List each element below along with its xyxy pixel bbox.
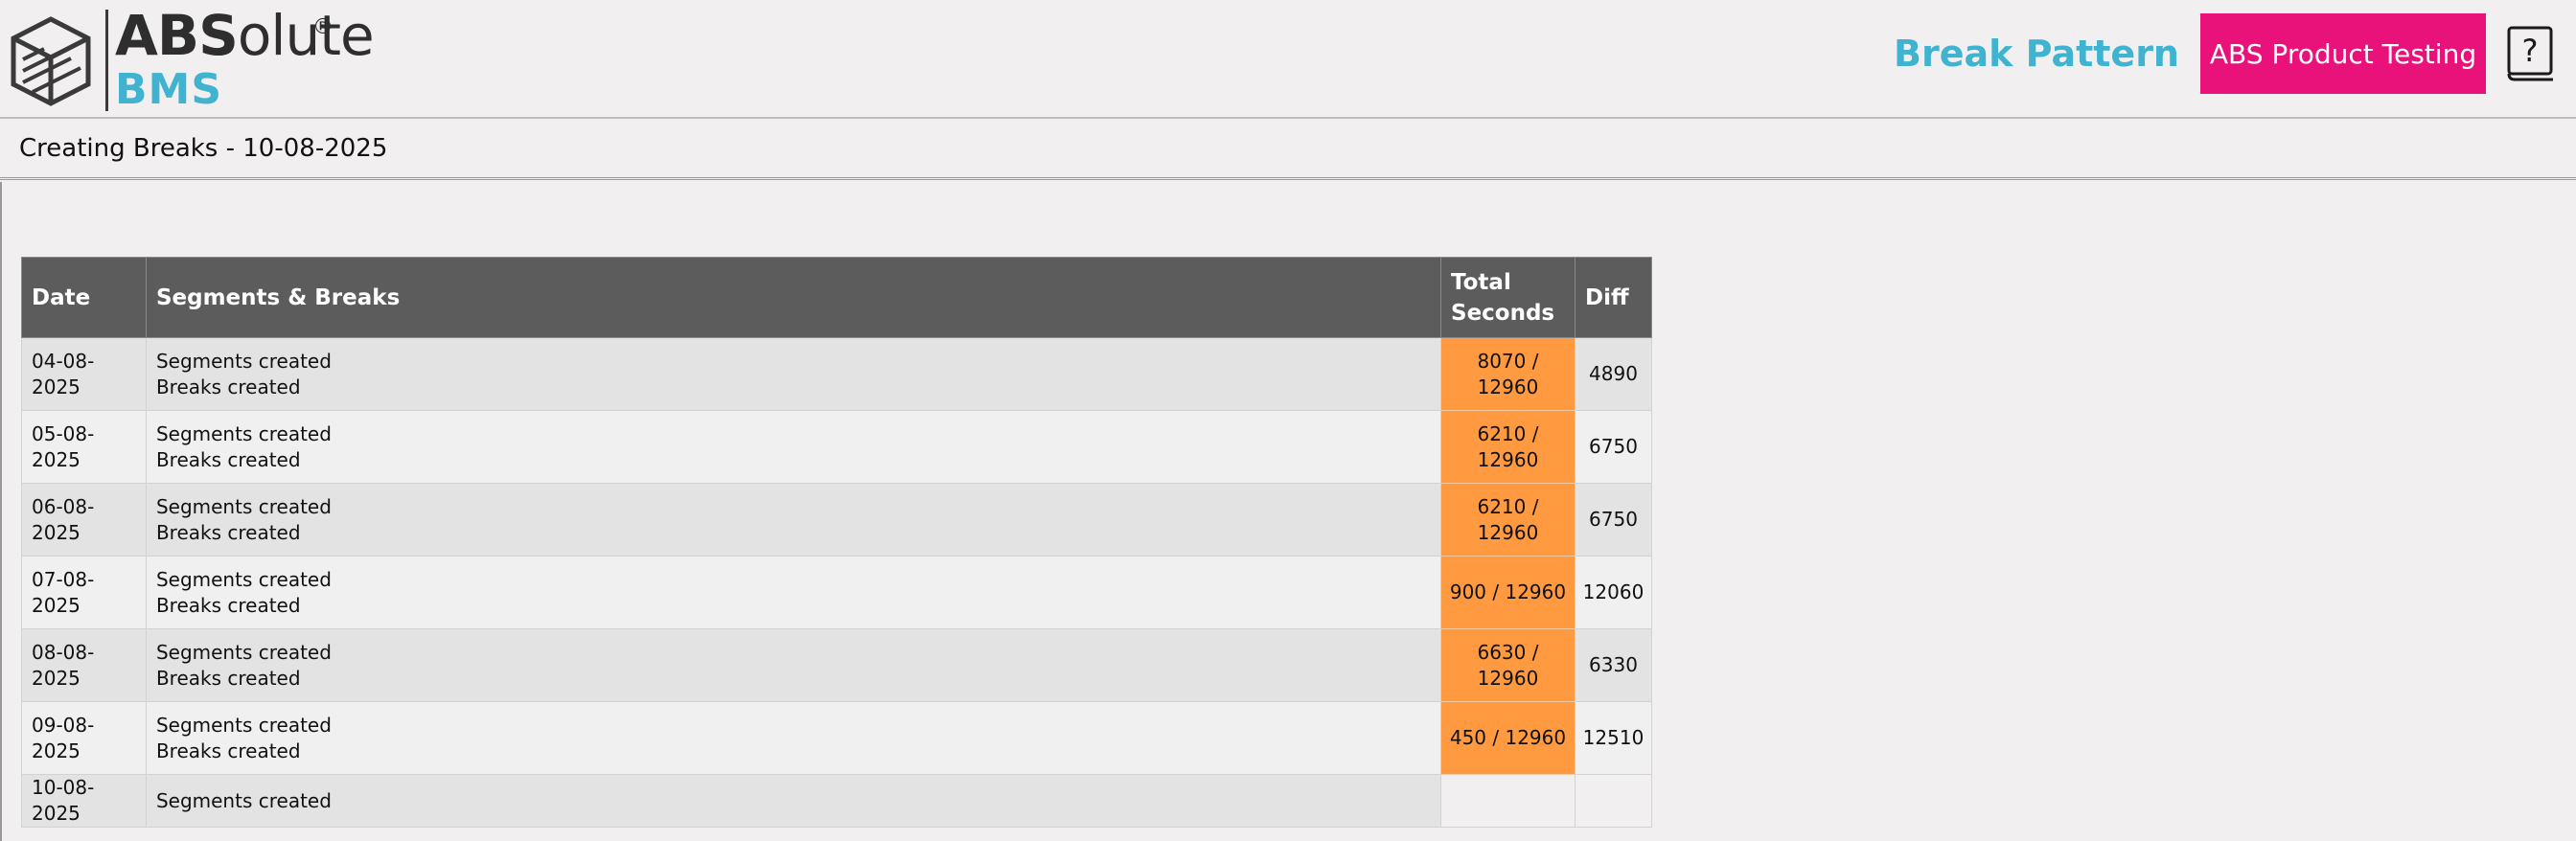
help-button[interactable]: ? xyxy=(2505,25,2557,82)
row-segments: Segments created Breaks created xyxy=(145,701,1442,775)
table-header-row: Date Segments & Breaks Total Seconds Diff xyxy=(21,257,1653,338)
registered-mark: ® xyxy=(312,15,334,39)
column-header-total-seconds[interactable]: Total Seconds xyxy=(1440,257,1576,338)
row-total-seconds-empty xyxy=(1440,774,1576,828)
table-row[interactable]: 08-08-2025 Segments created Breaks create… xyxy=(21,628,1653,702)
row-total-seconds: 450 / 12960 xyxy=(1440,701,1576,775)
row-total-seconds: 6210 / 12960 xyxy=(1440,483,1576,557)
row-segments: Segments created xyxy=(145,774,1442,828)
row-segments: Segments created Breaks created xyxy=(145,410,1442,484)
table-row[interactable]: 10-08-2025 Segments created xyxy=(21,774,1653,828)
row-diff: 12510 xyxy=(1574,701,1653,775)
row-segments: Segments created Breaks created xyxy=(145,628,1442,702)
row-total-seconds: 900 / 12960 xyxy=(1440,556,1576,629)
table-row[interactable]: 07-08-2025 Segments created Breaks create… xyxy=(21,556,1653,629)
row-diff: 6750 xyxy=(1574,483,1653,557)
row-date: 05-08-2025 xyxy=(21,410,147,484)
table-row[interactable]: 04-08-2025 Segments created Breaks create… xyxy=(21,337,1653,411)
sub-header-bar: Creating Breaks - 10-08-2025 xyxy=(0,121,2576,180)
row-diff: 6330 xyxy=(1574,628,1653,702)
svg-text:?: ? xyxy=(2522,33,2539,69)
row-date: 10-08-2025 xyxy=(21,774,147,828)
help-book-icon: ? xyxy=(2507,26,2553,81)
row-total-seconds: 6210 / 12960 xyxy=(1440,410,1576,484)
row-diff: 12060 xyxy=(1574,556,1653,629)
column-header-diff[interactable]: Diff xyxy=(1574,257,1653,338)
row-date: 04-08-2025 xyxy=(21,337,147,411)
table-row[interactable]: 06-08-2025 Segments created Breaks create… xyxy=(21,483,1653,557)
row-segments: Segments created Breaks created xyxy=(145,556,1442,629)
row-date: 08-08-2025 xyxy=(21,628,147,702)
table-row[interactable]: 05-08-2025 Segments created Breaks create… xyxy=(21,410,1653,484)
row-diff: 6750 xyxy=(1574,410,1653,484)
row-date: 09-08-2025 xyxy=(21,701,147,775)
row-diff-empty xyxy=(1574,774,1653,828)
row-total-seconds: 6630 / 12960 xyxy=(1440,628,1576,702)
top-bar: ABSolute ® BMS Break Pattern ABS Product… xyxy=(0,0,2576,119)
breadcrumb-title: Creating Breaks - 10-08-2025 xyxy=(19,134,388,163)
row-date: 06-08-2025 xyxy=(21,483,147,557)
row-total-seconds: 8070 / 12960 xyxy=(1440,337,1576,411)
logo-divider xyxy=(105,10,108,111)
breaks-table: Date Segments & Breaks Total Seconds Diff… xyxy=(21,257,1653,828)
cube-logo-icon xyxy=(11,16,91,106)
column-header-date[interactable]: Date xyxy=(21,257,147,338)
row-segments: Segments created Breaks created xyxy=(145,483,1442,557)
row-date: 07-08-2025 xyxy=(21,556,147,629)
absolute-bms-logo[interactable]: ABSolute ® BMS xyxy=(10,8,375,114)
row-diff: 4890 xyxy=(1574,337,1653,411)
row-segments: Segments created Breaks created xyxy=(145,337,1442,411)
table-row[interactable]: 09-08-2025 Segments created Breaks create… xyxy=(21,701,1653,775)
logo-bms-text: BMS xyxy=(115,65,223,114)
main-content: Date Segments & Breaks Total Seconds Diff… xyxy=(0,182,2576,841)
page-title: Break Pattern xyxy=(1894,33,2179,75)
logo-wordmark: ABSolute xyxy=(115,3,375,68)
column-header-segments[interactable]: Segments & Breaks xyxy=(145,257,1442,338)
product-selector-button[interactable]: ABS Product Testing xyxy=(2200,13,2486,94)
